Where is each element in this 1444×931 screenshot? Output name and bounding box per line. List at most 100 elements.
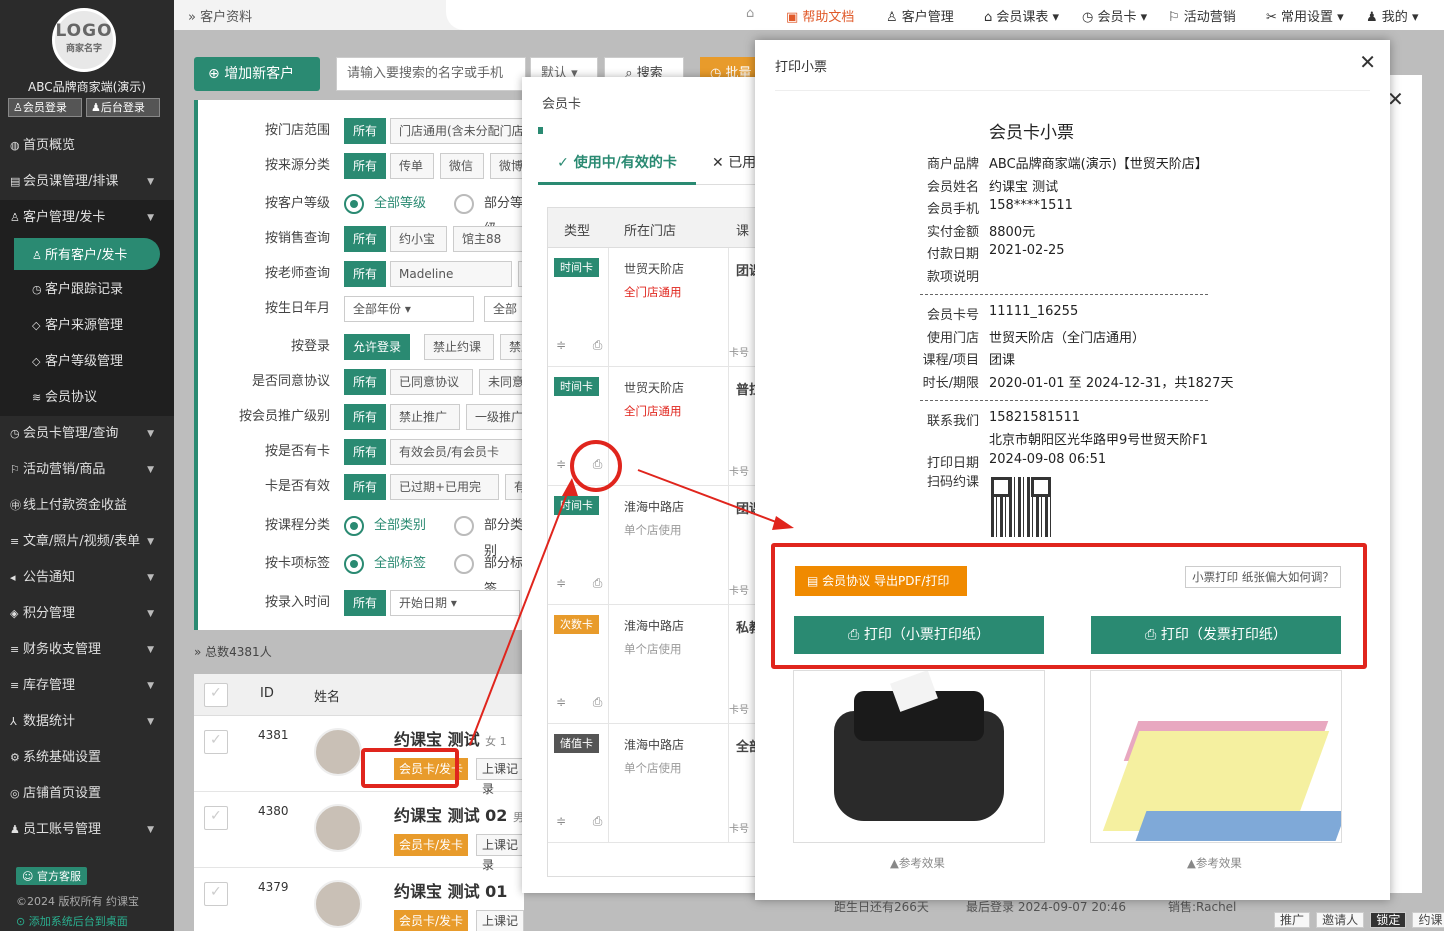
filter-option[interactable]: 禁止约课 [424, 334, 494, 360]
search-input[interactable]: 请输入要搜索的名字或手机 [336, 57, 526, 91]
sidebar-item-19[interactable]: ♟ 员工账号管理 ▼ [0, 812, 174, 848]
settings-icon[interactable]: ≑ [556, 814, 566, 828]
radio-button[interactable] [454, 554, 474, 574]
official-service-button[interactable]: ☺ 官方客服 [16, 867, 87, 885]
print-icon[interactable]: ⎙ [593, 695, 603, 709]
admin-login-button[interactable]: ♟后台登录 [86, 98, 160, 117]
class-record-button[interactable]: 上课记录 [476, 834, 524, 872]
filter-all-option[interactable]: 所有 [344, 153, 387, 179]
settings-icon[interactable]: ≑ [556, 457, 566, 471]
filter-option[interactable]: 未同意 [479, 369, 528, 395]
sidebar-item-10[interactable]: ㊥线上付款资金收益 [0, 488, 174, 524]
sidebar-item-9[interactable]: ⚐ 活动营销/商品 ▼ [0, 452, 174, 488]
receipt-row: 会员手机 158****1511 [885, 198, 1365, 218]
filter-option[interactable]: Madeline [390, 261, 512, 287]
print-receipt-paper-button[interactable]: ⎙ 打印（小票打印纸） [794, 616, 1044, 654]
print-icon[interactable]: ⎙ [593, 814, 603, 828]
sidebar-item-13[interactable]: ◈ 积分管理 ▼ [0, 596, 174, 632]
row-checkbox[interactable] [204, 806, 228, 830]
filter-all-option[interactable]: 所有 [344, 261, 387, 287]
select-all-checkbox[interactable] [204, 683, 228, 707]
settings-icon[interactable]: ≑ [556, 576, 566, 590]
customer-name[interactable]: 约课宝 测试 01 [394, 878, 507, 902]
filter-all-option[interactable]: 所有 [344, 439, 387, 465]
sidebar-item-11[interactable]: ≡ 文章/照片/视频/表单 ▼ [0, 524, 174, 560]
member-login-button[interactable]: ♙会员登录 [8, 98, 82, 117]
settings-icon[interactable]: ≑ [556, 338, 566, 352]
export-pdf-button[interactable]: ▤ 会员协议 导出PDF/打印 [795, 566, 967, 596]
print-invoice-paper-button[interactable]: ⎙ 打印（发票打印纸） [1091, 616, 1341, 654]
filter-all-option[interactable]: 所有 [344, 474, 387, 500]
filter-all-option[interactable]: 所有 [344, 118, 387, 144]
tab-used-cards[interactable]: ✕ 已用 [712, 141, 756, 185]
filter-select[interactable]: 开始日期 ▾ [390, 590, 520, 616]
filter-row: 按卡项标签全部标签部分标签 [198, 551, 528, 597]
row-checkbox[interactable] [204, 882, 228, 906]
filter-option[interactable]: 传单 [390, 153, 434, 179]
add-to-desktop-link[interactable]: ⊙ 添加系统后台到桌面 [16, 913, 128, 929]
sidebar-item-15[interactable]: ≡ 库存管理 ▼ [0, 668, 174, 704]
filter-option[interactable]: 禁止推广 [390, 404, 460, 430]
print-icon[interactable]: ⎙ [593, 338, 603, 352]
nav-marketing[interactable]: ⚐ 活动营销 [1168, 6, 1236, 25]
filter-option[interactable]: 已过期+已用完 [390, 474, 499, 500]
settings-icon[interactable]: ≑ [556, 695, 566, 709]
filter-option[interactable]: 馆主88 [453, 226, 523, 252]
filter-select[interactable]: 全部年份 ▾ [344, 296, 474, 322]
nav-settings[interactable]: ✂ 常用设置 ▾ [1266, 6, 1344, 25]
nav-member-card[interactable]: ◷ 会员卡 ▾ [1082, 6, 1147, 25]
sidebar-item-18[interactable]: ◎ 店铺首页设置 [0, 776, 174, 812]
sidebar-item-1[interactable]: ▤ 会员课管理/排课 ▼ [0, 164, 174, 200]
lock-tag[interactable]: 锁定 [1370, 912, 1407, 928]
sidebar-item-12[interactable]: ◂ 公告通知 ▼ [0, 560, 174, 596]
nav-help-docs[interactable]: ▣ 帮助文档 [786, 6, 854, 25]
radio-button[interactable] [454, 194, 474, 214]
radio-button[interactable] [454, 516, 474, 536]
print-icon[interactable]: ⎙ [593, 457, 603, 471]
sidebar-item-16[interactable]: ⅄ 数据统计 ▼ [0, 704, 174, 740]
filter-option[interactable]: 一级推广 [466, 404, 528, 430]
add-customer-button[interactable]: ⊕ 增加新客户 [194, 57, 320, 91]
class-record-button[interactable]: 上课记录 [476, 758, 524, 796]
inviter-tag[interactable]: 邀请人 [1316, 912, 1365, 928]
member-card-button[interactable]: 会员卡/发卡 [394, 910, 469, 931]
sidebar-item-4[interactable]: ◷ 客户跟踪记录 [0, 272, 174, 308]
sidebar-item-6[interactable]: ◇ 客户等级管理 [0, 344, 174, 380]
home-icon[interactable]: ⌂ [746, 6, 754, 21]
filter-all-option[interactable]: 所有 [344, 404, 387, 430]
filter-all-option[interactable]: 所有 [344, 590, 387, 616]
sidebar-item-3[interactable]: ♙ 所有客户/发卡 [0, 236, 174, 272]
filter-all-option[interactable]: 所有 [344, 369, 387, 395]
filter-option[interactable]: 已同意协议 [390, 369, 473, 395]
sidebar-item-7[interactable]: ≋ 会员协议 [0, 380, 174, 416]
nav-customer-management[interactable]: ♙ 客户管理 [886, 6, 954, 25]
print-icon[interactable]: ⎙ [593, 576, 603, 590]
sidebar-item-8[interactable]: ◷ 会员卡管理/查询 ▼ [0, 416, 174, 452]
nav-mine[interactable]: ♟ 我的 ▾ [1366, 6, 1418, 25]
filter-option[interactable]: 有效会员/有会员卡 [390, 439, 525, 465]
radio-button[interactable] [344, 554, 364, 574]
sidebar-item-14[interactable]: ≡ 财务收支管理 ▼ [0, 632, 174, 668]
filter-all-option[interactable]: 允许登录 [344, 334, 411, 360]
tab-active-cards[interactable]: ✓ 使用中/有效的卡 [538, 141, 696, 185]
filter-option[interactable]: 约小宝 [390, 226, 447, 252]
receipt-key: 课程/项目 [922, 353, 979, 368]
filter-all-option[interactable]: 所有 [344, 226, 387, 252]
radio-button[interactable] [344, 194, 364, 214]
promote-tag[interactable]: 推广 [1274, 912, 1311, 928]
paper-size-help-button[interactable]: 小票打印 纸张偏大如何调？ [1185, 566, 1341, 588]
sidebar-item-5[interactable]: ◇ 客户来源管理 [0, 308, 174, 344]
close-icon[interactable]: ✕ [1359, 50, 1376, 74]
sidebar-item-2[interactable]: ♙ 客户管理/发卡 ▼ [0, 200, 174, 236]
filter-option[interactable]: 门店通用(含未分配门店) [390, 118, 528, 144]
sidebar-item-0[interactable]: ◍ 首页概览 [0, 128, 174, 164]
class-record-button[interactable]: 上课记录 [476, 910, 524, 931]
nav-member-schedule[interactable]: ⌂ 会员课表 ▾ [984, 6, 1059, 25]
filter-option[interactable]: 微信 [440, 153, 484, 179]
book-tag[interactable]: 约课 [1412, 912, 1444, 928]
sidebar-item-17[interactable]: ⚙ 系统基础设置 [0, 740, 174, 776]
member-card-button[interactable]: 会员卡/发卡 [394, 834, 469, 856]
row-checkbox[interactable] [204, 730, 228, 754]
radio-button[interactable] [344, 516, 364, 536]
customer-name[interactable]: 约课宝 测试 女 1 [394, 726, 507, 750]
